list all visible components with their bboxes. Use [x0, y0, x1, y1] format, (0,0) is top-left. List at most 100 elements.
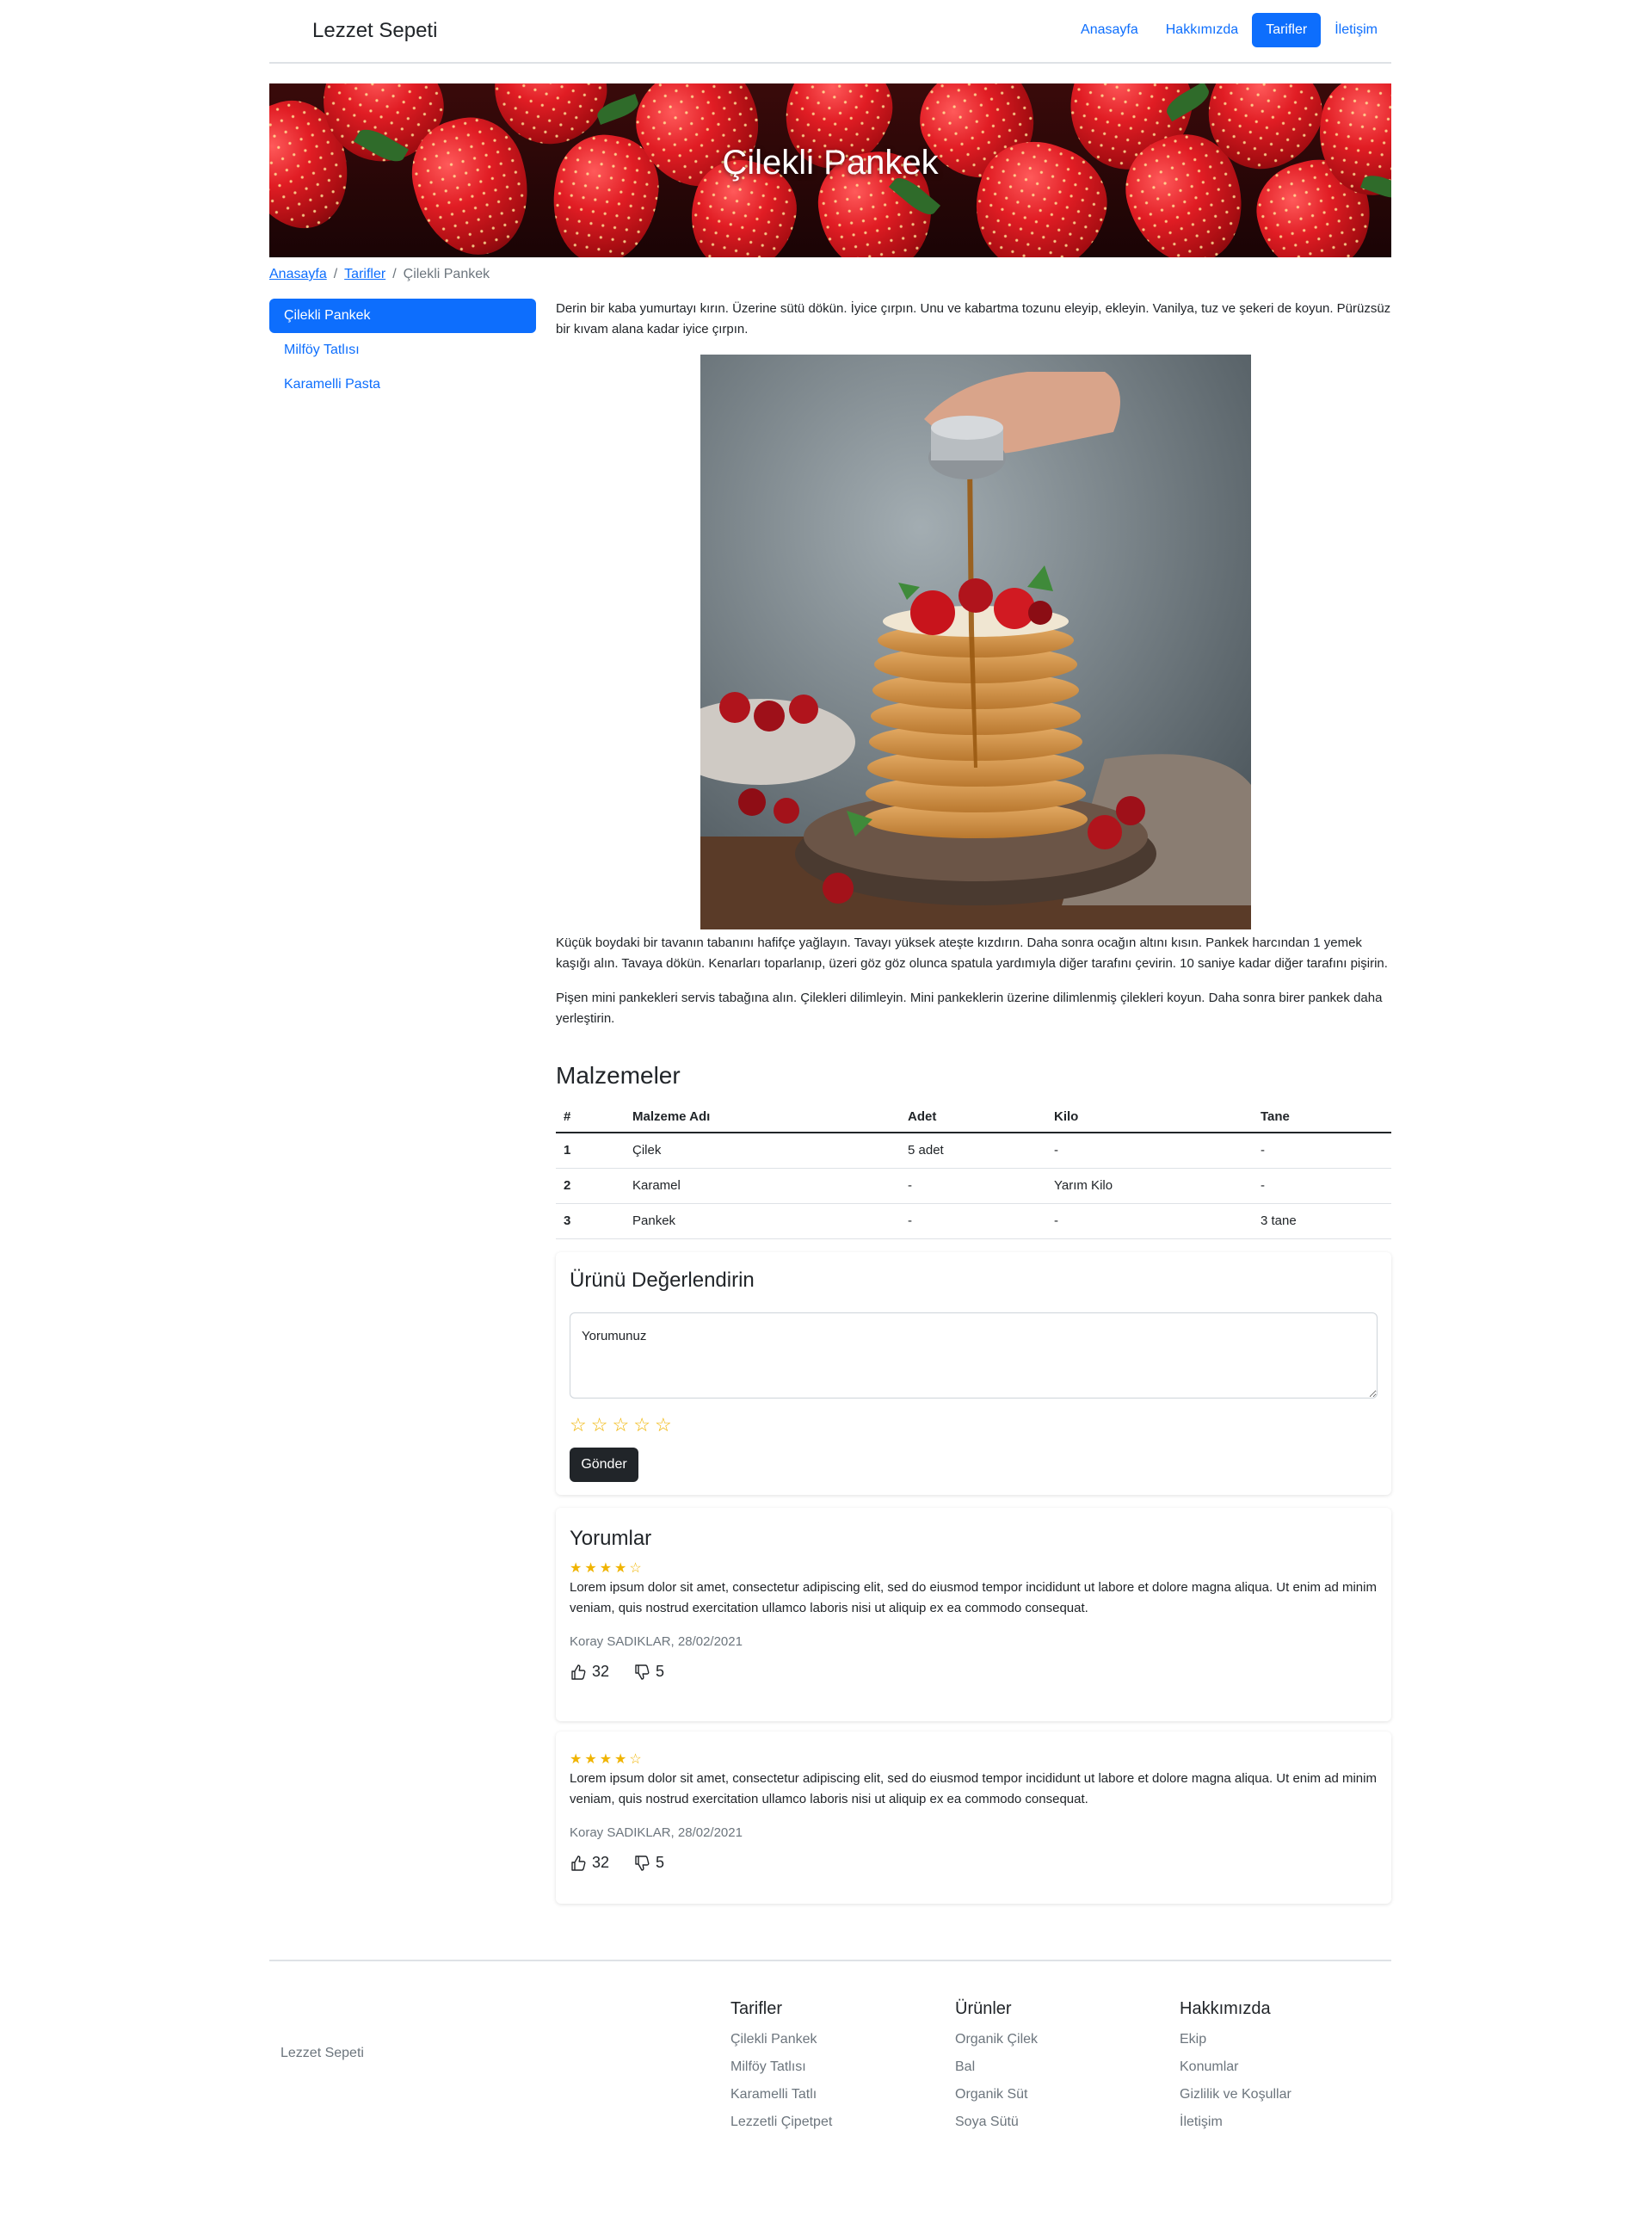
comment-author-date: Koray SADIKLAR, 28/02/2021: [570, 1825, 743, 1840]
dislike-button[interactable]: 5: [633, 1854, 664, 1872]
pancake-photo: [700, 355, 1251, 929]
table-row: 2 Karamel - Yarım Kilo -: [556, 1168, 1391, 1204]
footer-link[interactable]: Milföy Tatlısı: [730, 2053, 832, 2081]
rating-input: ☆ ☆ ☆ ☆ ☆: [570, 1416, 672, 1435]
table-cell: 1: [556, 1133, 625, 1169]
comment-text: Lorem ipsum dolor sit amet, consectetur …: [570, 1580, 1377, 1615]
table-cell: -: [1046, 1133, 1253, 1169]
review-form-title: Ürünü Değerlendirin: [570, 1269, 755, 1292]
table-cell: 3: [556, 1203, 625, 1239]
table-cell: 5 adet: [900, 1133, 1046, 1169]
brand-logo-text[interactable]: Lezzet Sepeti: [312, 19, 437, 43]
submit-review-button[interactable]: Gönder: [570, 1448, 638, 1482]
footer-link[interactable]: Karamelli Tatlı: [730, 2081, 832, 2109]
recipe-step-3: Pişen mini pankekleri servis tabağına al…: [556, 991, 1383, 1026]
breadcrumb-current: Çilekli Pankek: [403, 267, 490, 281]
table-cell: Pankek: [625, 1203, 900, 1239]
breadcrumb-tarifler[interactable]: Tarifler: [344, 267, 385, 282]
table-cell: -: [1253, 1168, 1391, 1204]
nav-links: Anasayfa Hakkımızda Tarifler İletişim: [1067, 13, 1391, 47]
star-empty-icon[interactable]: ☆: [570, 1416, 587, 1435]
table-header-name: Malzeme Adı: [625, 1102, 900, 1133]
hero-title: Çilekli Pankek: [722, 144, 939, 182]
footer-link[interactable]: Lezzetli Çipetpet: [730, 2109, 832, 2136]
table-header-adet: Adet: [900, 1102, 1046, 1133]
footer-column-title: Tarifler: [730, 1999, 783, 2018]
star-empty-icon[interactable]: ☆: [655, 1416, 672, 1435]
footer-link[interactable]: Organik Çilek: [955, 2026, 1038, 2053]
comment-textarea[interactable]: [570, 1312, 1378, 1399]
table-header-number: #: [556, 1102, 625, 1133]
star-filled-icon: ★: [570, 1561, 583, 1576]
thumbs-down-icon: [635, 1855, 650, 1871]
hero-banner: Çilekli Pankek: [269, 83, 1391, 257]
table-cell: -: [1046, 1203, 1253, 1239]
like-button[interactable]: 32: [570, 1663, 609, 1681]
table-row: 1 Çilek 5 adet - -: [556, 1133, 1391, 1169]
thumbs-up-icon: [571, 1855, 586, 1871]
footer-link[interactable]: Bal: [955, 2053, 1038, 2081]
like-count: 32: [592, 1854, 610, 1871]
star-filled-icon: ★: [570, 1752, 583, 1767]
footer-column-hakkimizda: Hakkımızda Ekip Konumlar Gizlilik ve Koş…: [1180, 1999, 1291, 2136]
ingredients-title: Malzemeler: [556, 1062, 681, 1089]
nav-link-hakkimizda[interactable]: Hakkımızda: [1152, 13, 1252, 47]
nav-link-tarifler[interactable]: Tarifler: [1252, 13, 1322, 47]
sidebar-item-cilekli-pankek[interactable]: Çilekli Pankek: [269, 299, 536, 333]
nav-link-anasayfa[interactable]: Anasayfa: [1067, 13, 1152, 47]
breadcrumb-separator: /: [333, 267, 338, 281]
table-cell: Karamel: [625, 1168, 900, 1204]
table-cell: Yarım Kilo: [1046, 1168, 1253, 1204]
footer-divider: [269, 1960, 1391, 1961]
star-empty-icon: ☆: [629, 1561, 642, 1576]
like-button[interactable]: 32: [570, 1854, 609, 1872]
sidebar-item-karamelli-pasta[interactable]: Karamelli Pasta: [269, 367, 536, 402]
dislike-button[interactable]: 5: [633, 1663, 664, 1681]
footer-link[interactable]: Konumlar: [1180, 2053, 1291, 2081]
breadcrumb-anasayfa[interactable]: Anasayfa: [269, 267, 327, 282]
table-cell: 3 tane: [1253, 1203, 1391, 1239]
star-filled-icon: ★: [584, 1561, 597, 1576]
breadcrumb: Anasayfa / Tarifler / Çilekli Pankek: [269, 267, 490, 282]
recipe-content: Derin bir kaba yumurtayı kırın. Üzerine …: [556, 299, 1391, 340]
star-empty-icon[interactable]: ☆: [633, 1416, 650, 1435]
footer-link[interactable]: Organik Süt: [955, 2081, 1038, 2109]
footer-link[interactable]: İletişim: [1180, 2109, 1291, 2136]
table-cell: -: [900, 1203, 1046, 1239]
star-empty-icon[interactable]: ☆: [612, 1416, 629, 1435]
star-filled-icon: ★: [584, 1752, 597, 1767]
pancake-illustration: [700, 355, 1251, 929]
footer-column-urunler: Ürünler Organik Çilek Bal Organik Süt So…: [955, 1999, 1038, 2136]
like-count: 32: [592, 1663, 610, 1680]
recipe-step-1: Derin bir kaba yumurtayı kırın. Üzerine …: [556, 301, 1391, 337]
recipe-sidebar: Çilekli Pankek Milföy Tatlısı Karamelli …: [269, 299, 536, 402]
star-filled-icon: ★: [599, 1752, 613, 1767]
table-header-kilo: Kilo: [1046, 1102, 1253, 1133]
star-empty-icon[interactable]: ☆: [591, 1416, 608, 1435]
comment-votes: 32 5: [570, 1854, 664, 1872]
comment-rating: ★ ★ ★ ★ ☆: [570, 1562, 642, 1576]
star-empty-icon: ☆: [629, 1752, 642, 1767]
comment-card: Yorumlar ★ ★ ★ ★ ☆ Lorem ipsum dolor sit…: [556, 1508, 1391, 1721]
star-filled-icon: ★: [614, 1752, 627, 1767]
table-header-tane: Tane: [1253, 1102, 1391, 1133]
footer-link[interactable]: Çilekli Pankek: [730, 2026, 832, 2053]
thumbs-down-icon: [635, 1664, 650, 1680]
footer-link[interactable]: Gizlilik ve Koşullar: [1180, 2081, 1291, 2109]
sidebar-item-milfoy-tatlisi[interactable]: Milföy Tatlısı: [269, 333, 536, 367]
star-filled-icon: ★: [599, 1561, 613, 1576]
recipe-steps-continued: Küçük boydaki bir tavanın tabanını hafif…: [556, 933, 1391, 1029]
ingredients-table: # Malzeme Adı Adet Kilo Tane 1 Çilek 5 a…: [556, 1102, 1391, 1239]
footer-column-title: Ürünler: [955, 1999, 1012, 2018]
footer-link[interactable]: Ekip: [1180, 2026, 1291, 2053]
comment-text: Lorem ipsum dolor sit amet, consectetur …: [570, 1771, 1377, 1806]
navbar: Lezzet Sepeti Anasayfa Hakkımızda Tarifl…: [269, 0, 1391, 64]
footer-link[interactable]: Soya Sütü: [955, 2109, 1038, 2136]
nav-link-iletisim[interactable]: İletişim: [1321, 13, 1391, 47]
comment-card: ★ ★ ★ ★ ☆ Lorem ipsum dolor sit amet, co…: [556, 1732, 1391, 1904]
review-form-card: Ürünü Değerlendirin ☆ ☆ ☆ ☆ ☆ Gönder: [556, 1252, 1391, 1495]
star-filled-icon: ★: [614, 1561, 627, 1576]
comment-rating: ★ ★ ★ ★ ☆: [570, 1753, 642, 1767]
dislike-count: 5: [656, 1854, 665, 1871]
table-cell: -: [1253, 1133, 1391, 1169]
